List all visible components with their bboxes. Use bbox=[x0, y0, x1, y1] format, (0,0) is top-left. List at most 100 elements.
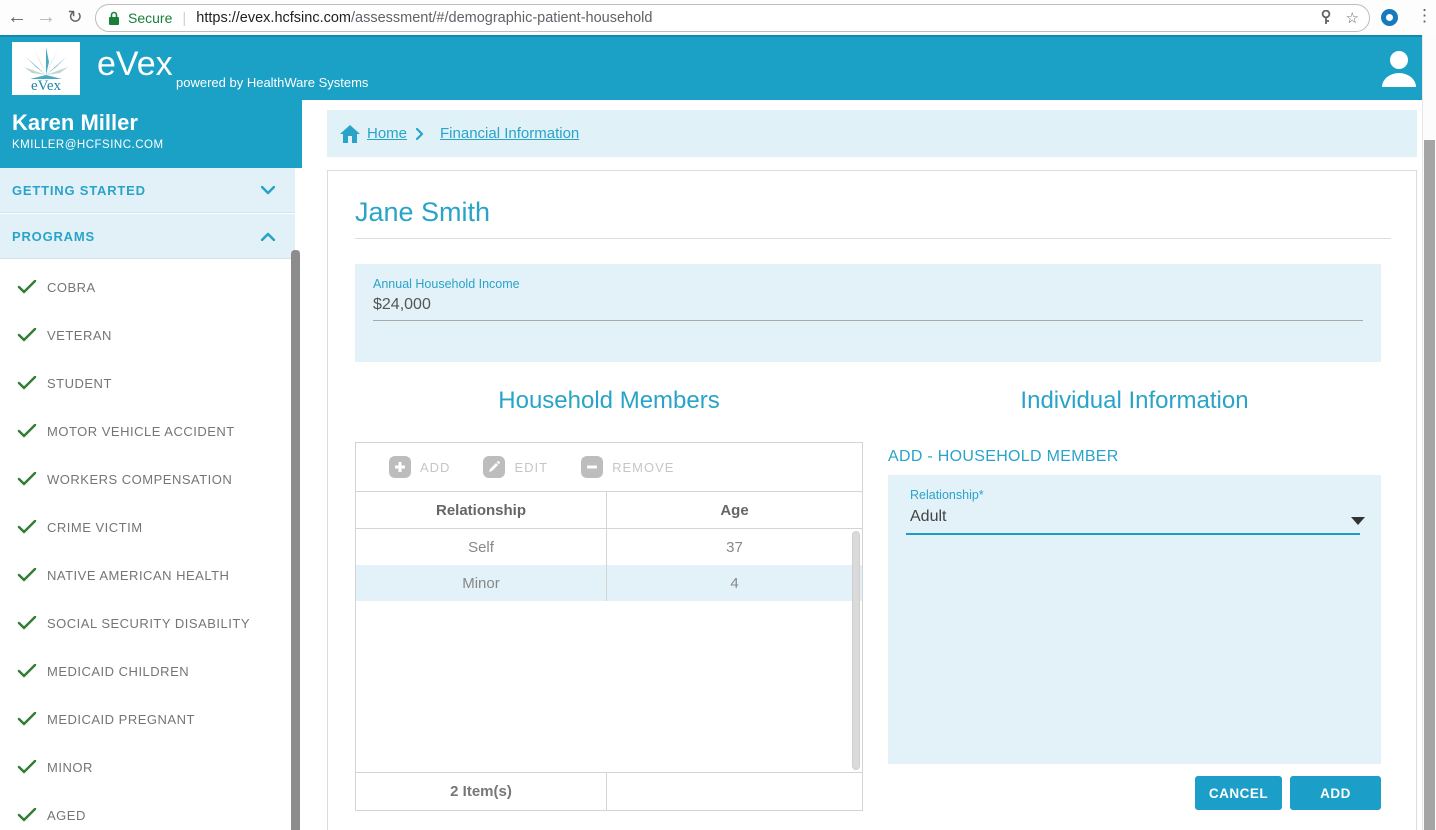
item-count: 2 Item(s) bbox=[356, 773, 607, 810]
sidebar-item-medicaid-children[interactable]: MEDICAID CHILDREN bbox=[0, 647, 290, 695]
table-scrollbar-thumb[interactable] bbox=[852, 531, 860, 770]
user-account-icon[interactable] bbox=[1378, 47, 1420, 96]
table-toolbar: ADD EDIT REMOVE bbox=[356, 443, 862, 492]
table-row[interactable]: Self 37 bbox=[356, 529, 862, 565]
url-path: /assessment/#/demographic-patient-househ… bbox=[351, 10, 652, 26]
sidebar-item-minor[interactable]: MINOR bbox=[0, 743, 290, 791]
edit-member-button[interactable]: EDIT bbox=[483, 456, 548, 478]
check-icon bbox=[16, 472, 38, 486]
sidebar-section-programs[interactable]: PROGRAMS bbox=[0, 214, 295, 259]
breadcrumb-home-link[interactable]: Home bbox=[367, 125, 407, 142]
program-label: COBRA bbox=[47, 280, 96, 295]
sidebar-user-block: Karen Miller KMILLER@HCFSINC.COM bbox=[0, 100, 302, 168]
user-name: Karen Miller bbox=[12, 110, 290, 136]
sidebar-item-native-american-health[interactable]: NATIVE AMERICAN HEALTH bbox=[0, 551, 290, 599]
individual-information-title: Individual Information bbox=[888, 387, 1381, 415]
sidebar-item-medicaid-pregnant[interactable]: MEDICAID PREGNANT bbox=[0, 695, 290, 743]
plus-icon bbox=[389, 456, 411, 478]
relationship-select[interactable]: Adult bbox=[910, 508, 946, 526]
dropdown-arrow-icon[interactable] bbox=[1351, 517, 1365, 525]
edit-button-label: EDIT bbox=[514, 460, 548, 475]
individual-form-panel: Relationship* Adult bbox=[888, 475, 1381, 764]
address-separator: | bbox=[182, 10, 186, 27]
content-card: Jane Smith Annual Household Income $24,0… bbox=[327, 170, 1417, 830]
income-panel: Annual Household Income $24,000 bbox=[355, 264, 1381, 362]
add-household-member-subtitle: ADD - HOUSEHOLD MEMBER bbox=[888, 448, 1119, 466]
check-icon bbox=[16, 664, 38, 678]
svg-text:eVex: eVex bbox=[31, 78, 61, 93]
check-icon bbox=[16, 424, 38, 438]
password-key-icon[interactable] bbox=[1320, 10, 1332, 26]
address-bar[interactable]: Secure | https://evex.hcfsinc.com/assess… bbox=[95, 4, 1370, 32]
check-icon bbox=[16, 568, 38, 582]
breadcrumb: Home Financial Information bbox=[327, 110, 1417, 157]
sidebar-item-workers-compensation[interactable]: WORKERS COMPENSATION bbox=[0, 455, 290, 503]
cell-age: 4 bbox=[607, 565, 862, 601]
back-icon[interactable]: ← bbox=[2, 0, 32, 35]
check-icon bbox=[16, 760, 38, 774]
relationship-label: Relationship* bbox=[910, 488, 984, 502]
sidebar-item-student[interactable]: STUDENT bbox=[0, 359, 290, 407]
browser-menu-icon[interactable]: ⋮ bbox=[1416, 6, 1433, 26]
column-header-age[interactable]: Age bbox=[607, 492, 862, 528]
sidebar-scrollbar-thumb[interactable] bbox=[291, 250, 300, 830]
add-button[interactable]: ADD bbox=[1290, 776, 1381, 810]
app-header: eVex eVex powered by HealthWare Systems bbox=[0, 35, 1436, 100]
column-header-relationship[interactable]: Relationship bbox=[356, 492, 607, 528]
remove-button-label: REMOVE bbox=[612, 460, 674, 475]
income-input-underline bbox=[373, 320, 1363, 321]
sidebar-item-motor-vehicle-accident[interactable]: MOTOR VEHICLE ACCIDENT bbox=[0, 407, 290, 455]
program-label: CRIME VICTIM bbox=[47, 520, 143, 535]
check-icon bbox=[16, 616, 38, 630]
chevron-down-icon bbox=[261, 186, 275, 195]
user-email: KMILLER@HCFSINC.COM bbox=[12, 139, 290, 151]
sidebar-item-cobra[interactable]: COBRA bbox=[0, 263, 290, 311]
title-divider bbox=[355, 238, 1391, 239]
page-title: Jane Smith bbox=[355, 197, 490, 228]
home-icon[interactable] bbox=[340, 125, 360, 143]
relationship-select-underline bbox=[906, 533, 1360, 535]
program-label: MINOR bbox=[47, 760, 93, 775]
forward-icon[interactable]: → bbox=[31, 0, 61, 35]
extension-icon[interactable] bbox=[1381, 9, 1398, 26]
sidebar: Karen Miller KMILLER@HCFSINC.COM GETTING… bbox=[0, 100, 302, 830]
program-label: VETERAN bbox=[47, 328, 112, 343]
income-input[interactable]: $24,000 bbox=[373, 296, 431, 314]
page-scrollbar-thumb[interactable] bbox=[1424, 140, 1435, 830]
check-icon bbox=[16, 520, 38, 534]
bookmark-star-icon[interactable]: ☆ bbox=[1346, 9, 1359, 27]
income-label: Annual Household Income bbox=[373, 277, 520, 291]
program-label: NATIVE AMERICAN HEALTH bbox=[47, 568, 229, 583]
table-row[interactable]: Minor 4 bbox=[356, 565, 862, 601]
powered-by-label: powered by HealthWare Systems bbox=[176, 75, 368, 90]
program-label: WORKERS COMPENSATION bbox=[47, 472, 232, 487]
breadcrumb-current-link[interactable]: Financial Information bbox=[440, 125, 579, 142]
sidebar-section-getting-started[interactable]: GETTING STARTED bbox=[0, 168, 295, 213]
remove-member-button[interactable]: REMOVE bbox=[581, 456, 674, 478]
evex-logo: eVex bbox=[12, 42, 80, 95]
check-icon bbox=[16, 376, 38, 390]
reload-icon[interactable]: ↻ bbox=[60, 0, 90, 35]
add-button-label: ADD bbox=[420, 460, 450, 475]
section-label: GETTING STARTED bbox=[12, 183, 146, 198]
url-host: https://evex.hcfsinc.com bbox=[196, 10, 351, 26]
program-label: SOCIAL SECURITY DISABILITY bbox=[47, 616, 250, 631]
breadcrumb-chevron-icon bbox=[416, 128, 424, 140]
program-label: AGED bbox=[47, 808, 86, 823]
secure-label: Secure bbox=[128, 10, 172, 26]
sidebar-item-crime-victim[interactable]: CRIME VICTIM bbox=[0, 503, 290, 551]
household-members-table: ADD EDIT REMOVE Relationship Age bbox=[355, 442, 863, 811]
cell-age: 37 bbox=[607, 529, 862, 565]
lock-icon bbox=[108, 11, 120, 26]
app-name: eVex bbox=[97, 45, 173, 84]
check-icon bbox=[16, 328, 38, 342]
add-member-button[interactable]: ADD bbox=[389, 456, 450, 478]
sidebar-item-veteran[interactable]: VETERAN bbox=[0, 311, 290, 359]
pencil-icon bbox=[483, 456, 505, 478]
sidebar-item-social-security-disability[interactable]: SOCIAL SECURITY DISABILITY bbox=[0, 599, 290, 647]
program-label: MEDICAID PREGNANT bbox=[47, 712, 195, 727]
sidebar-item-aged[interactable]: AGED bbox=[0, 791, 290, 830]
cancel-button[interactable]: CANCEL bbox=[1195, 776, 1282, 810]
program-label: MOTOR VEHICLE ACCIDENT bbox=[47, 424, 235, 439]
table-footer: 2 Item(s) bbox=[356, 772, 862, 810]
